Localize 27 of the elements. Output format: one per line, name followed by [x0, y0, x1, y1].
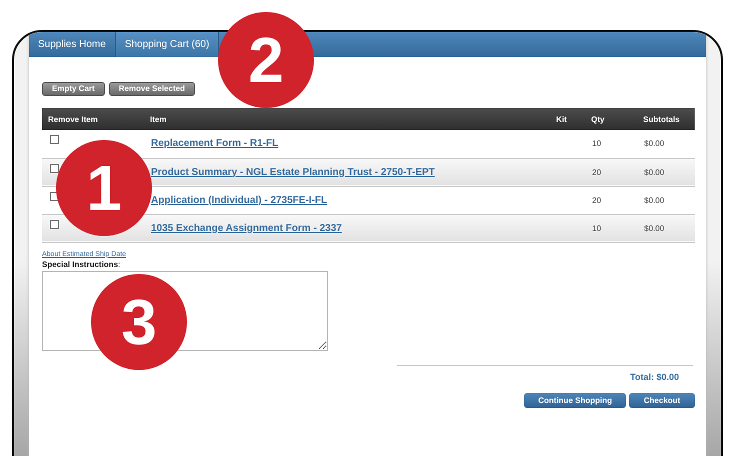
table-cell: 20 [592, 196, 602, 204]
checkbox[interactable] [50, 164, 59, 172]
column-header: Subtotals [643, 114, 680, 124]
table-cell: $0.00 [644, 168, 664, 176]
table-cell: 10 [592, 224, 602, 232]
item-link[interactable]: Application (Individual) - 2735FE-I-FL [151, 194, 328, 206]
table-cell: 20 [592, 168, 602, 176]
checkbox[interactable] [50, 135, 59, 144]
field-label: Special Instructions: [42, 260, 120, 268]
continue-shopping-button[interactable]: Continue Shopping [524, 392, 626, 408]
empty-cart-button[interactable]: Empty Cart [42, 82, 105, 96]
column-header: Qty [591, 114, 605, 124]
checkout-button[interactable]: Checkout [629, 392, 695, 408]
nav-tab[interactable]: Shopping Cart (60) [116, 32, 220, 57]
column-header: Remove Item [48, 114, 98, 124]
item-link[interactable]: 1035 Exchange Assignment Form - 2337 [151, 222, 342, 234]
item-link[interactable]: Replacement Form - R1-FL [151, 138, 278, 150]
cart-total: Total: $0.00 [630, 372, 679, 382]
item-link[interactable]: Product Summary - NGL Estate Planning Trust - 2750-T-EPT [151, 166, 435, 178]
column-header: Kit [556, 114, 567, 124]
column-header: Item [150, 114, 166, 124]
table-cell: $0.00 [644, 139, 664, 148]
table-cell: $0.00 [644, 196, 664, 204]
checkbox[interactable] [50, 220, 59, 228]
table-cell: 10 [592, 139, 602, 148]
table-cell: $0.00 [644, 224, 664, 232]
remove-selected-button[interactable]: Remove Selected [108, 82, 195, 96]
